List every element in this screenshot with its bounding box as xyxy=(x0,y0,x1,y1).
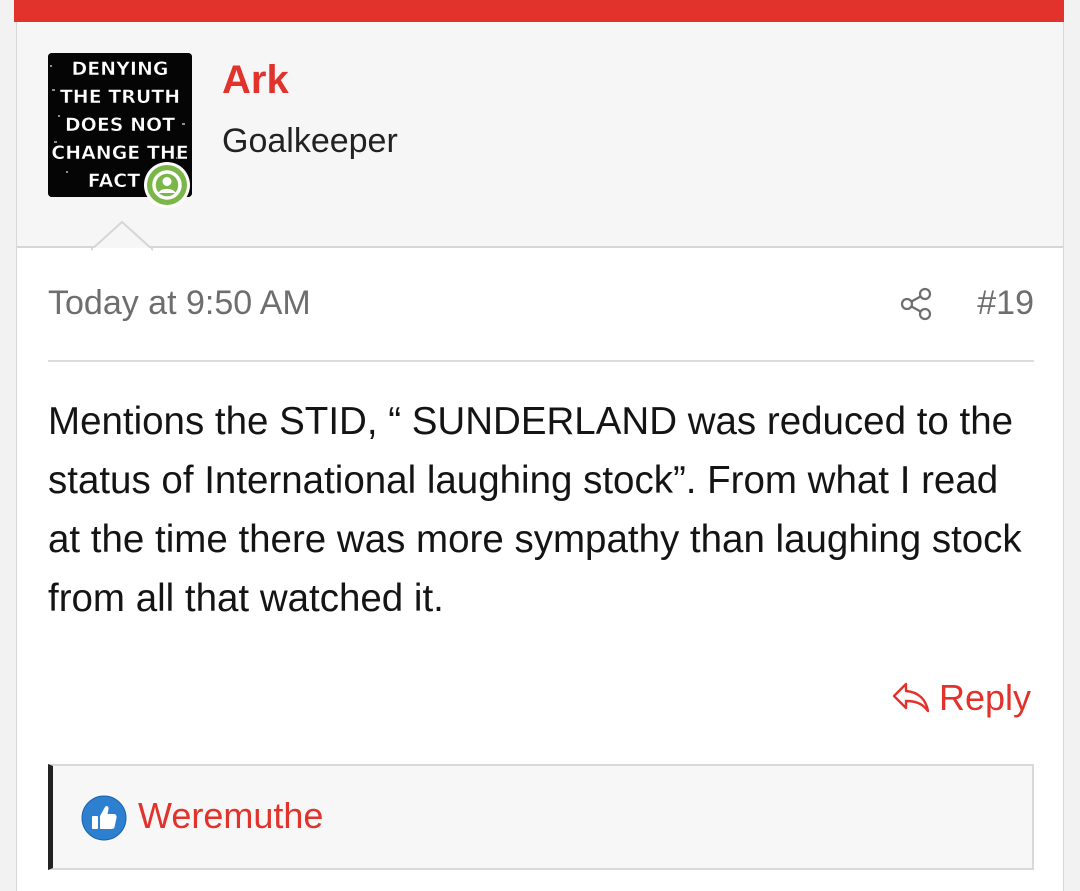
user-title: Goalkeeper xyxy=(222,122,398,160)
avatar-text-line: THE TRUTH xyxy=(60,86,180,108)
username[interactable]: Ark xyxy=(222,58,289,103)
avatar-text-line: DOES NOT xyxy=(65,114,175,136)
avatar-text-line: CHANGE THE xyxy=(51,142,188,164)
share-icon[interactable] xyxy=(898,286,934,322)
post-number-link[interactable]: #19 xyxy=(977,284,1034,323)
avatar-text-line: DENYING xyxy=(72,58,169,80)
post-meta: Today at 9:50 AM #19 xyxy=(48,284,1034,328)
page-gutter-right xyxy=(1064,0,1080,891)
page-gutter-left xyxy=(0,0,16,891)
post-message: Mentions the STID, “ SUNDERLAND was redu… xyxy=(48,400,1022,620)
meta-divider xyxy=(48,360,1034,362)
reply-button[interactable]: Reply xyxy=(891,673,1031,723)
post-user-header: DENYING THE TRUTH DOES NOT CHANGE THE FA… xyxy=(17,22,1063,248)
avatar-text-line: FACT xyxy=(88,170,140,192)
user-online-icon xyxy=(152,170,182,200)
post-timestamp[interactable]: Today at 9:50 AM xyxy=(48,284,311,323)
reactions-bar: Weremuthe xyxy=(48,764,1034,870)
user-online-badge xyxy=(144,162,190,208)
forum-post: DENYING THE TRUTH DOES NOT CHANGE THE FA… xyxy=(16,22,1064,891)
reaction-user-link[interactable]: Weremuthe xyxy=(138,795,323,837)
accent-bar xyxy=(14,0,1064,22)
thumbs-up-icon xyxy=(81,795,127,841)
reply-label: Reply xyxy=(938,677,1031,718)
reply-arrow-icon xyxy=(892,682,930,713)
